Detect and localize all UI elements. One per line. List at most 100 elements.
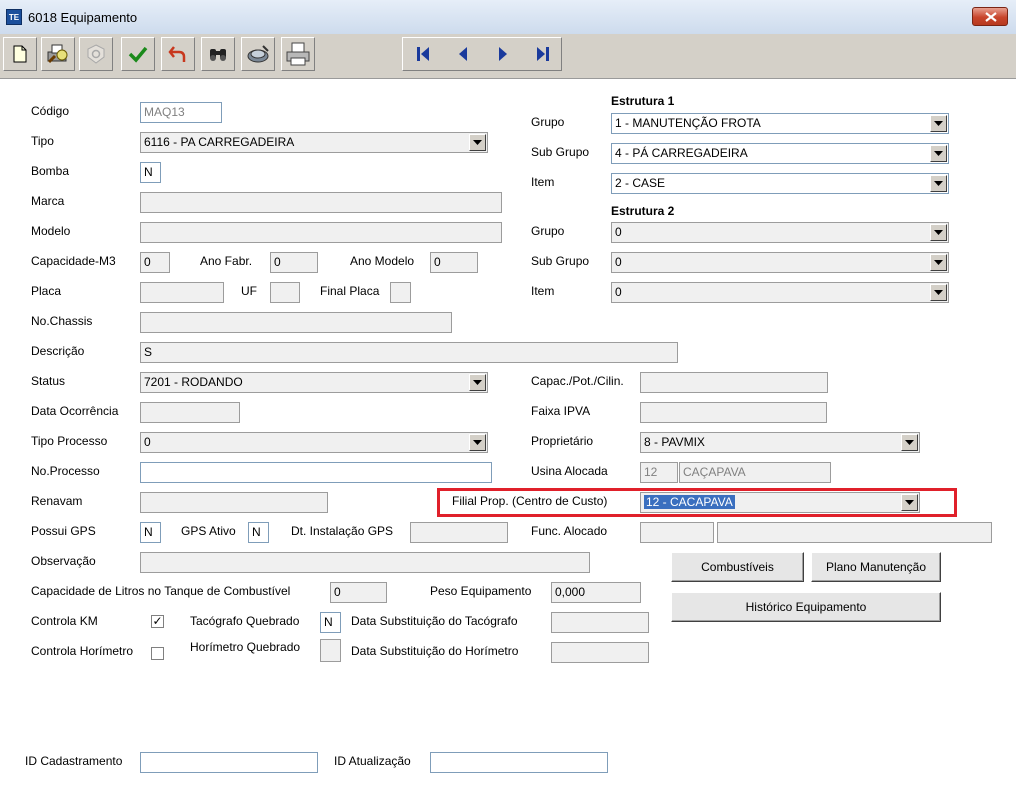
- possui-gps-field[interactable]: N: [140, 522, 161, 543]
- capac-pot-field[interactable]: [640, 372, 828, 393]
- grupo2-select[interactable]: 0: [611, 222, 949, 243]
- descricao-field[interactable]: S: [140, 342, 678, 363]
- dropdown-button[interactable]: [469, 374, 486, 391]
- usina-alocada-code[interactable]: 12: [640, 462, 678, 483]
- bomba-field[interactable]: N: [140, 162, 161, 183]
- item1-select[interactable]: 2 - CASE: [611, 173, 949, 194]
- preview-button[interactable]: [41, 37, 75, 71]
- observacao-field[interactable]: [140, 552, 590, 573]
- item2-label: Item: [531, 284, 555, 298]
- dropdown-button[interactable]: [930, 175, 947, 192]
- grupo1-select[interactable]: 1 - MANUTENÇÃO FROTA: [611, 113, 949, 134]
- search-button[interactable]: [201, 37, 235, 71]
- dropdown-button[interactable]: [930, 284, 947, 301]
- item2-select[interactable]: 0: [611, 282, 949, 303]
- combustiveis-button[interactable]: Combustíveis: [671, 552, 804, 582]
- codigo-field[interactable]: MAQ13: [140, 102, 222, 123]
- dropdown-button[interactable]: [930, 254, 947, 271]
- last-record-button[interactable]: [523, 38, 563, 70]
- close-button[interactable]: [972, 7, 1008, 26]
- uf-field[interactable]: [270, 282, 300, 303]
- tipo-select[interactable]: 6116 - PA CARREGADEIRA: [140, 132, 488, 153]
- dt-instalacao-gps-field[interactable]: [410, 522, 508, 543]
- undo-button[interactable]: [161, 37, 195, 71]
- chassis-field[interactable]: [140, 312, 452, 333]
- first-record-button[interactable]: [403, 38, 443, 70]
- tipo-label: Tipo: [31, 134, 54, 148]
- sub-grupo2-select[interactable]: 0: [611, 252, 949, 273]
- sub-grupo2-value: 0: [615, 255, 622, 269]
- previous-record-button[interactable]: [443, 38, 483, 70]
- controla-km-label: Controla KM: [31, 614, 98, 628]
- data-subst-horimetro-field[interactable]: [551, 642, 649, 663]
- data-subst-tacografo-field[interactable]: [551, 612, 649, 633]
- next-record-button[interactable]: [483, 38, 523, 70]
- gps-ativo-field[interactable]: N: [248, 522, 269, 543]
- toolbar: [0, 34, 1016, 79]
- app-icon: TE: [6, 9, 22, 25]
- last-record-icon: [537, 47, 549, 61]
- tacografo-quebrado-field[interactable]: N: [320, 612, 341, 633]
- final-placa-field[interactable]: [390, 282, 411, 303]
- id-atualizacao-field[interactable]: [430, 752, 608, 773]
- capac-pot-label: Capac./Pot./Cilin.: [531, 374, 624, 388]
- descricao-label: Descrição: [31, 344, 85, 358]
- sub-grupo1-select[interactable]: 4 - PÁ CARREGADEIRA: [611, 143, 949, 164]
- estrutura1-heading: Estrutura 1: [611, 94, 675, 108]
- status-select[interactable]: 7201 - RODANDO: [140, 372, 488, 393]
- chevron-down-icon: [934, 121, 943, 126]
- controla-km-checkbox[interactable]: ✓: [151, 615, 164, 628]
- disabled-button[interactable]: [79, 37, 113, 71]
- sub-grupo1-value: 4 - PÁ CARREGADEIRA: [615, 146, 748, 160]
- ano-modelo-label: Ano Modelo: [350, 254, 415, 268]
- tipo-processo-select[interactable]: 0: [140, 432, 488, 453]
- horimetro-quebrado-field[interactable]: [320, 639, 341, 662]
- chevron-down-icon: [473, 380, 482, 385]
- plano-manutencao-button[interactable]: Plano Manutenção: [811, 552, 941, 582]
- close-icon: [985, 12, 997, 22]
- data-subst-tacografo-label: Data Substituição do Tacógrafo: [351, 614, 518, 628]
- peso-field[interactable]: 0,000: [551, 582, 641, 603]
- data-subst-horimetro-label: Data Substituição do Horímetro: [351, 644, 519, 658]
- dropdown-button[interactable]: [930, 224, 947, 241]
- func-alocado-name[interactable]: [717, 522, 992, 543]
- chassis-label: No.Chassis: [31, 314, 93, 328]
- usina-alocada-name[interactable]: CAÇAPAVA: [679, 462, 831, 483]
- faixa-ipva-field[interactable]: [640, 402, 827, 423]
- ano-fabr-label: Ano Fabr.: [200, 254, 253, 268]
- dropdown-button[interactable]: [469, 434, 486, 451]
- proprietario-select[interactable]: 8 - PAVMIX: [640, 432, 920, 453]
- capacidade-field[interactable]: 0: [140, 252, 170, 273]
- ano-modelo-field[interactable]: 0: [430, 252, 478, 273]
- modelo-field[interactable]: [140, 222, 502, 243]
- dropdown-button[interactable]: [930, 115, 947, 132]
- database-button[interactable]: [241, 37, 275, 71]
- id-atualizacao-label: ID Atualização: [334, 754, 411, 768]
- marca-field[interactable]: [140, 192, 502, 213]
- next-record-icon: [499, 47, 507, 61]
- new-button[interactable]: [3, 37, 37, 71]
- id-cadastramento-field[interactable]: [140, 752, 318, 773]
- observacao-label: Observação: [31, 554, 96, 568]
- controla-horimetro-checkbox[interactable]: [151, 647, 164, 660]
- data-ocorrencia-field[interactable]: [140, 402, 240, 423]
- historico-equipamento-button[interactable]: Histórico Equipamento: [671, 592, 941, 622]
- no-processo-label: No.Processo: [31, 464, 100, 478]
- print-button[interactable]: [281, 37, 315, 71]
- func-alocado-code[interactable]: [640, 522, 714, 543]
- dropdown-button[interactable]: [469, 134, 486, 151]
- no-processo-field[interactable]: [140, 462, 492, 483]
- dropdown-button[interactable]: [901, 434, 918, 451]
- placa-field[interactable]: [140, 282, 224, 303]
- capacidade-litros-field[interactable]: 0: [330, 582, 387, 603]
- ano-fabr-field[interactable]: 0: [270, 252, 318, 273]
- confirm-button[interactable]: [121, 37, 155, 71]
- final-placa-label: Final Placa: [320, 284, 380, 298]
- item1-value: 2 - CASE: [615, 176, 666, 190]
- undo-arrow-icon: [168, 46, 186, 62]
- placa-label: Placa: [31, 284, 62, 298]
- renavam-field[interactable]: [140, 492, 328, 513]
- database-icon: [247, 45, 269, 63]
- previous-record-icon: [459, 47, 467, 61]
- dropdown-button[interactable]: [930, 145, 947, 162]
